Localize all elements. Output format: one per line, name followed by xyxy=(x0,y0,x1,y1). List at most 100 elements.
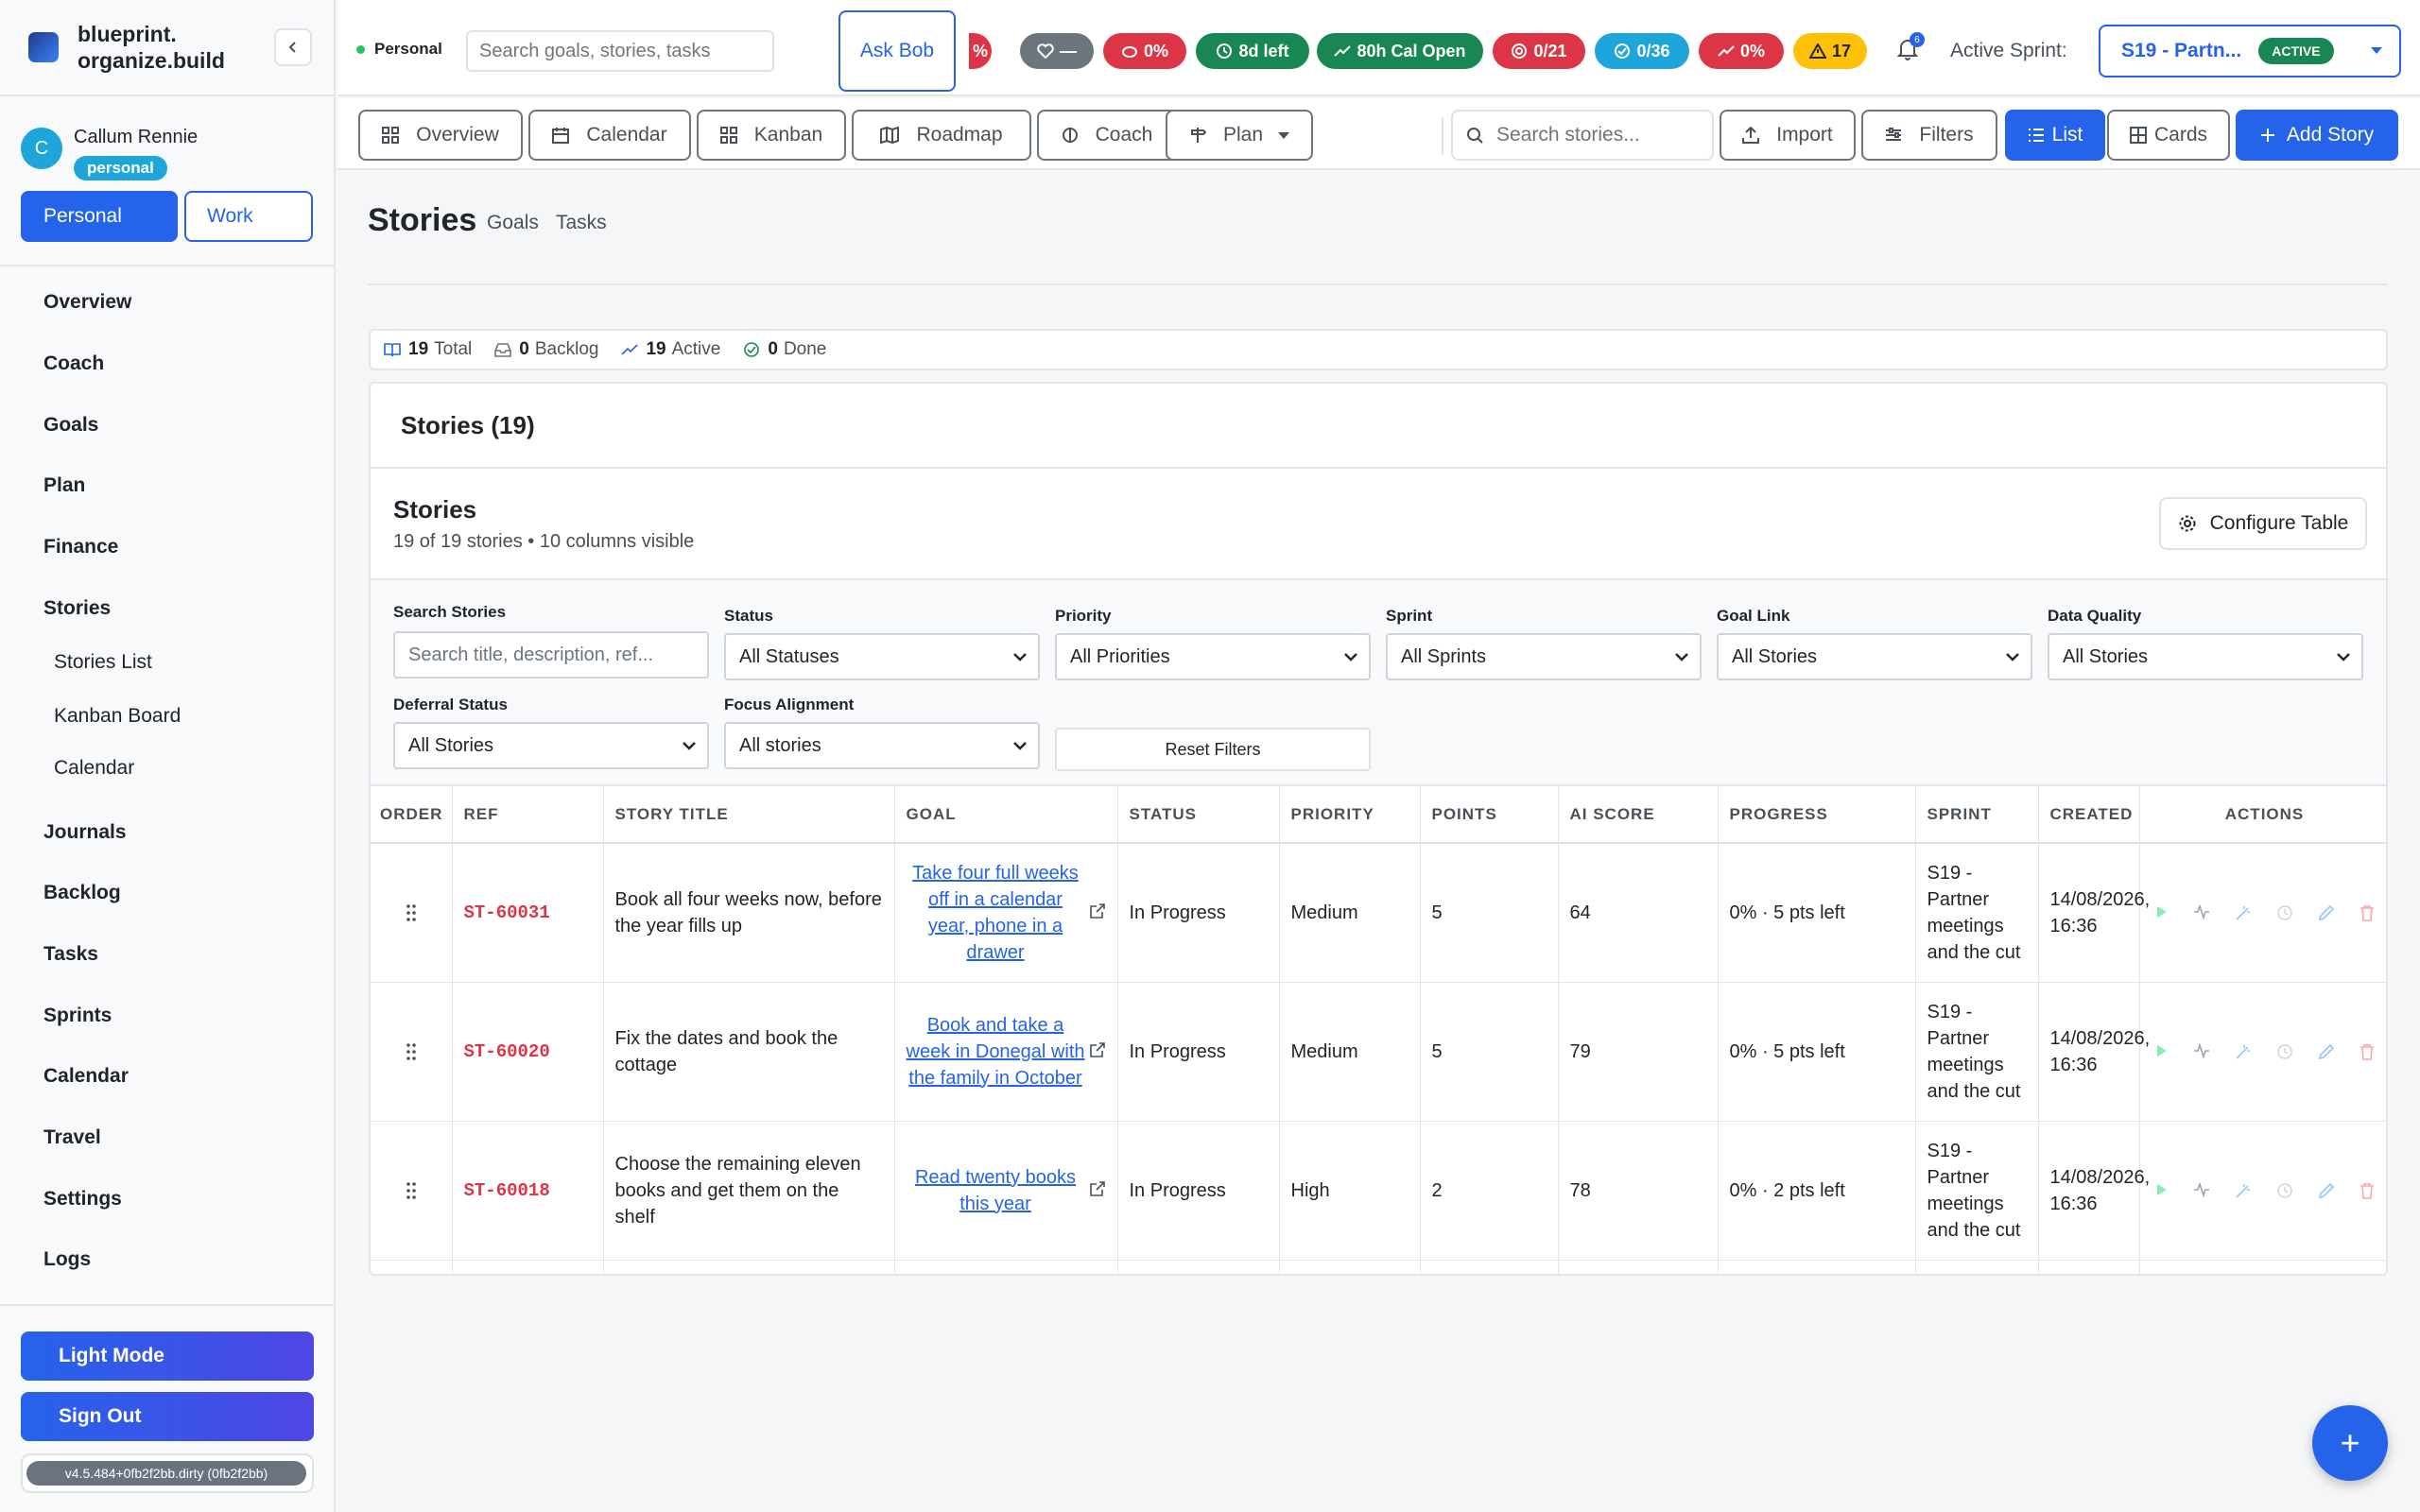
personal-context-button[interactable]: Personal xyxy=(21,191,178,242)
story-ref[interactable]: ST-60018 xyxy=(452,1121,604,1261)
edit-pencil-icon[interactable] xyxy=(2318,1182,2335,1199)
sidebar-item-logs[interactable]: Logs xyxy=(43,1248,91,1271)
metric-pill-progress[interactable]: 0% xyxy=(1699,33,1784,69)
sprint-filter-select[interactable]: All Sprints xyxy=(1386,633,1702,680)
sidebar-item-tasks[interactable]: Tasks xyxy=(43,943,98,966)
play-icon[interactable] xyxy=(2155,1182,2169,1197)
table-row[interactable]: ST-60031 Book all four weeks now, before… xyxy=(371,843,2386,983)
column-header-sprint[interactable]: SPRINT xyxy=(1915,786,2039,844)
story-search-input[interactable]: Search title, description, ref... xyxy=(393,631,709,679)
story-title[interactable]: Fix the dates and book the cottage xyxy=(603,982,895,1122)
add-story-button[interactable]: Add Story xyxy=(2236,110,2398,161)
play-icon[interactable] xyxy=(2155,904,2169,919)
metric-pill-goals[interactable]: 0/21 xyxy=(1493,33,1585,69)
work-context-button[interactable]: Work xyxy=(184,191,313,242)
metric-pill-warnings[interactable]: 17 xyxy=(1793,33,1867,69)
sidebar-item-sprints[interactable]: Sprints xyxy=(43,1005,112,1027)
goal-link-filter-select[interactable]: All Stories xyxy=(1717,633,2032,680)
trash-icon[interactable] xyxy=(2360,904,2375,921)
trash-icon[interactable] xyxy=(2360,1182,2375,1199)
edit-pencil-icon[interactable] xyxy=(2318,1043,2335,1060)
goal-link[interactable]: Read twenty books this year xyxy=(915,1167,1076,1214)
magic-wand-icon[interactable] xyxy=(2235,1182,2252,1199)
play-icon[interactable] xyxy=(2155,1043,2169,1058)
goal-link[interactable]: Book and take a week in Donegal with the… xyxy=(907,1015,1085,1089)
active-sprint-select[interactable]: S19 - Partn... ACTIVE xyxy=(2099,25,2401,77)
sidebar-item-travel[interactable]: Travel xyxy=(43,1126,101,1149)
activity-icon[interactable] xyxy=(2193,903,2210,919)
story-title[interactable]: Choose the remaining eleven books and ge… xyxy=(603,1121,895,1261)
activity-icon[interactable] xyxy=(2193,1042,2210,1058)
sidebar-subitem-stories-list[interactable]: Stories List xyxy=(54,651,152,674)
column-header-progress[interactable]: PROGRESS xyxy=(1718,786,1916,844)
external-link-icon[interactable] xyxy=(1089,902,1106,919)
filters-button[interactable]: Filters xyxy=(1861,110,1997,161)
floating-add-button[interactable]: + xyxy=(2312,1405,2388,1481)
status-filter-select[interactable]: All Statuses xyxy=(724,633,1040,680)
metric-pill-health[interactable]: — xyxy=(1020,33,1094,69)
metric-pill-savings[interactable]: 0% xyxy=(1103,33,1186,69)
drag-handle[interactable] xyxy=(371,1121,453,1261)
external-link-icon[interactable] xyxy=(1089,1180,1106,1197)
drag-handle[interactable] xyxy=(371,982,453,1122)
column-header-priority[interactable]: PRIORITY xyxy=(1279,786,1421,844)
sidebar-subitem-calendar[interactable]: Calendar xyxy=(54,757,134,780)
tab-kanban[interactable]: Kanban xyxy=(697,110,846,161)
data-quality-filter-select[interactable]: All Stories xyxy=(2048,633,2363,680)
drag-handle[interactable] xyxy=(371,843,453,983)
focus-alignment-filter-select[interactable]: All stories xyxy=(724,722,1040,769)
clock-icon[interactable] xyxy=(2276,1182,2293,1199)
column-header-points[interactable]: POINTS xyxy=(1420,786,1559,844)
column-header-ref[interactable]: REF xyxy=(452,786,604,844)
column-header-order[interactable]: ORDER xyxy=(371,786,453,844)
global-search-input[interactable] xyxy=(466,30,774,72)
metric-pill-days-left[interactable]: 8d left xyxy=(1196,33,1309,69)
tab-coach[interactable]: Coach xyxy=(1037,110,1177,161)
sidebar-item-backlog[interactable]: Backlog xyxy=(43,882,121,904)
sign-out-button[interactable]: Sign Out xyxy=(21,1392,314,1441)
clock-icon[interactable] xyxy=(2276,904,2293,921)
light-mode-button[interactable]: Light Mode xyxy=(21,1332,314,1381)
import-button[interactable]: Import xyxy=(1720,110,1856,161)
sidebar-item-coach[interactable]: Coach xyxy=(43,352,104,375)
brand[interactable]: blueprint. organize.build xyxy=(28,21,225,74)
table-row[interactable]: ST-60020 Fix the dates and book the cott… xyxy=(371,982,2386,1122)
metric-pill-truncated[interactable]: % xyxy=(969,33,992,69)
ask-bob-button[interactable]: Ask Bob xyxy=(838,10,956,92)
trash-icon[interactable] xyxy=(2360,1043,2375,1060)
sidebar-subitem-kanban-board[interactable]: Kanban Board xyxy=(54,705,181,728)
sidebar-item-finance[interactable]: Finance xyxy=(43,536,118,558)
metric-pill-calendar-open[interactable]: 80h Cal Open xyxy=(1317,33,1483,69)
sidebar-item-plan[interactable]: Plan xyxy=(43,474,85,497)
edit-pencil-icon[interactable] xyxy=(2318,904,2335,921)
sidebar-item-overview[interactable]: Overview xyxy=(43,291,131,314)
priority-filter-select[interactable]: All Priorities xyxy=(1055,633,1371,680)
tab-plan[interactable]: Plan xyxy=(1166,110,1313,161)
clock-icon[interactable] xyxy=(2276,1043,2293,1060)
metric-pill-tasks[interactable]: 0/36 xyxy=(1595,33,1689,69)
list-view-button[interactable]: List xyxy=(2005,110,2105,161)
sidebar-item-goals[interactable]: Goals xyxy=(43,414,98,437)
configure-table-button[interactable]: Configure Table xyxy=(2159,497,2367,550)
sidebar-item-journals[interactable]: Journals xyxy=(43,821,127,844)
tab-roadmap[interactable]: Roadmap xyxy=(852,110,1031,161)
stories-table-container[interactable]: ORDER REF STORY TITLE GOAL STATUS PRIORI… xyxy=(371,786,2386,1274)
story-ref[interactable]: ST-60031 xyxy=(452,843,604,983)
table-row[interactable]: ST-60018 Choose the remaining eleven boo… xyxy=(371,1121,2386,1261)
tab-overview[interactable]: Overview xyxy=(358,110,523,161)
activity-icon[interactable] xyxy=(2193,1181,2210,1197)
goal-link[interactable]: Take four full weeks off in a calendar y… xyxy=(912,863,1079,963)
column-header-ai-score[interactable]: AI SCORE xyxy=(1558,786,1719,844)
story-title[interactable]: Book all four weeks now, before the year… xyxy=(603,843,895,983)
magic-wand-icon[interactable] xyxy=(2235,904,2252,921)
stories-search-input[interactable]: Search stories... xyxy=(1451,110,1714,161)
sidebar-item-calendar[interactable]: Calendar xyxy=(43,1065,129,1088)
subnav-tasks-link[interactable]: Tasks xyxy=(556,212,607,234)
column-header-created[interactable]: CREATED xyxy=(2038,786,2140,844)
column-header-goal[interactable]: GOAL xyxy=(894,786,1118,844)
collapse-sidebar-button[interactable] xyxy=(274,28,312,66)
deferral-status-filter-select[interactable]: All Stories xyxy=(393,722,709,769)
column-header-story-title[interactable]: STORY TITLE xyxy=(603,786,895,844)
magic-wand-icon[interactable] xyxy=(2235,1043,2252,1060)
notifications-button[interactable]: 6 xyxy=(1896,32,1925,65)
